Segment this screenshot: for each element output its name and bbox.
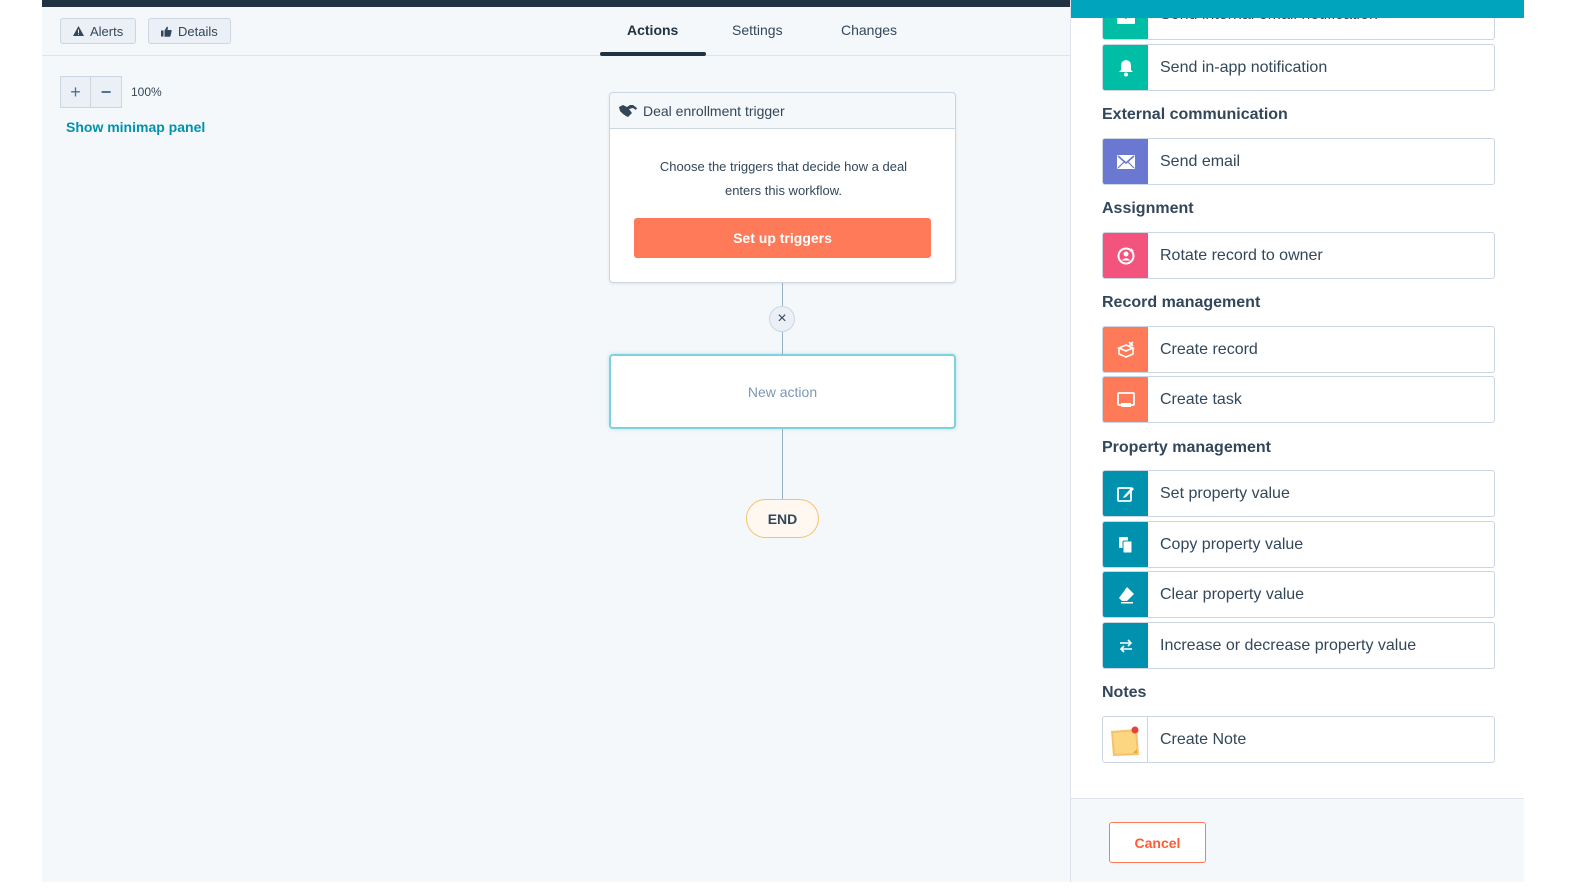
- tab-actions[interactable]: Actions: [627, 22, 678, 38]
- close-icon: ×: [777, 310, 787, 327]
- action-set-property-value[interactable]: Set property value: [1102, 470, 1495, 517]
- trigger-description-line1: Choose the triggers that decide how a de…: [659, 159, 908, 174]
- action-label: Send in-app notification: [1160, 58, 1328, 76]
- section-notes: Notes: [1102, 684, 1147, 701]
- connector-line: [782, 283, 783, 306]
- sticky-note-icon: [1103, 717, 1148, 762]
- action-label: Copy property value: [1160, 535, 1304, 553]
- section-assignment: Assignment: [1102, 200, 1194, 217]
- action-label: Create record: [1160, 340, 1258, 358]
- action-create-note[interactable]: Create Note: [1102, 716, 1495, 763]
- action-label: Create task: [1160, 390, 1242, 408]
- end-node: END: [746, 499, 819, 538]
- set-up-triggers-button[interactable]: Set up triggers: [634, 218, 931, 258]
- edit-icon: [1103, 471, 1148, 516]
- action-copy-property-value[interactable]: Copy property value: [1102, 521, 1495, 568]
- bell-icon: [1103, 45, 1148, 90]
- section-external-communication: External communication: [1102, 106, 1288, 123]
- connector-line: [782, 429, 783, 499]
- tab-changes[interactable]: Changes: [841, 22, 897, 38]
- rotate-owner-icon: [1103, 233, 1148, 278]
- zoom-level: 100%: [131, 85, 162, 99]
- page: Alerts Details Actions Settings Changes …: [0, 0, 1584, 891]
- email-icon: [1103, 139, 1148, 184]
- active-tab-indicator: [600, 52, 706, 56]
- action-label: Send email: [1160, 152, 1241, 170]
- trigger-title: Deal enrollment trigger: [643, 102, 785, 119]
- action-send-in-app-notification[interactable]: Send in-app notification: [1102, 44, 1495, 91]
- workflow-editor: Alerts Details Actions Settings Changes …: [42, 0, 1524, 882]
- remove-node-button[interactable]: ×: [769, 306, 795, 332]
- action-clear-property-value[interactable]: Clear property value: [1102, 571, 1495, 618]
- action-label: Clear property value: [1160, 585, 1305, 603]
- handshake-icon: [619, 104, 637, 117]
- section-property-management: Property management: [1102, 439, 1271, 456]
- action-label: Rotate record to owner: [1160, 246, 1323, 264]
- trigger-header: Deal enrollment trigger: [610, 93, 955, 129]
- section-record-management: Record management: [1102, 294, 1261, 311]
- action-create-task[interactable]: Create task: [1102, 376, 1495, 423]
- action-label: Increase or decrease property value: [1160, 636, 1417, 654]
- copy-icon: [1103, 522, 1148, 567]
- trigger-description-line2: enters this workflow.: [724, 183, 843, 198]
- create-record-icon: [1103, 327, 1148, 372]
- swap-arrows-icon: [1103, 623, 1148, 668]
- panel-header-bar: [1071, 0, 1524, 18]
- enrollment-trigger-card[interactable]: Deal enrollment trigger Choose the trigg…: [609, 92, 956, 283]
- new-action-card[interactable]: New action: [609, 354, 956, 429]
- action-label: Create Note: [1160, 730, 1247, 748]
- action-rotate-record-to-owner[interactable]: Rotate record to owner: [1102, 232, 1495, 279]
- zoom-controls: + − 100%: [60, 76, 162, 108]
- action-picker-panel: Send internal email notification Send in…: [1070, 0, 1524, 882]
- zoom-in-button[interactable]: +: [60, 76, 91, 108]
- tab-bar: Actions Settings Changes: [42, 7, 1070, 56]
- action-send-email[interactable]: Send email: [1102, 138, 1495, 185]
- action-label: Set property value: [1160, 484, 1290, 502]
- show-minimap-link[interactable]: Show minimap panel: [66, 119, 205, 135]
- panel-footer: Cancel: [1071, 798, 1524, 882]
- eraser-icon: [1103, 572, 1148, 617]
- cancel-button[interactable]: Cancel: [1109, 822, 1206, 863]
- plus-icon: +: [70, 81, 81, 102]
- zoom-out-button[interactable]: −: [91, 76, 122, 108]
- minus-icon: −: [100, 81, 112, 102]
- task-icon: [1103, 377, 1148, 422]
- action-create-record[interactable]: Create record: [1102, 326, 1495, 373]
- connector-line: [782, 332, 783, 354]
- tab-settings[interactable]: Settings: [732, 22, 783, 38]
- action-increase-decrease-property[interactable]: Increase or decrease property value: [1102, 622, 1495, 669]
